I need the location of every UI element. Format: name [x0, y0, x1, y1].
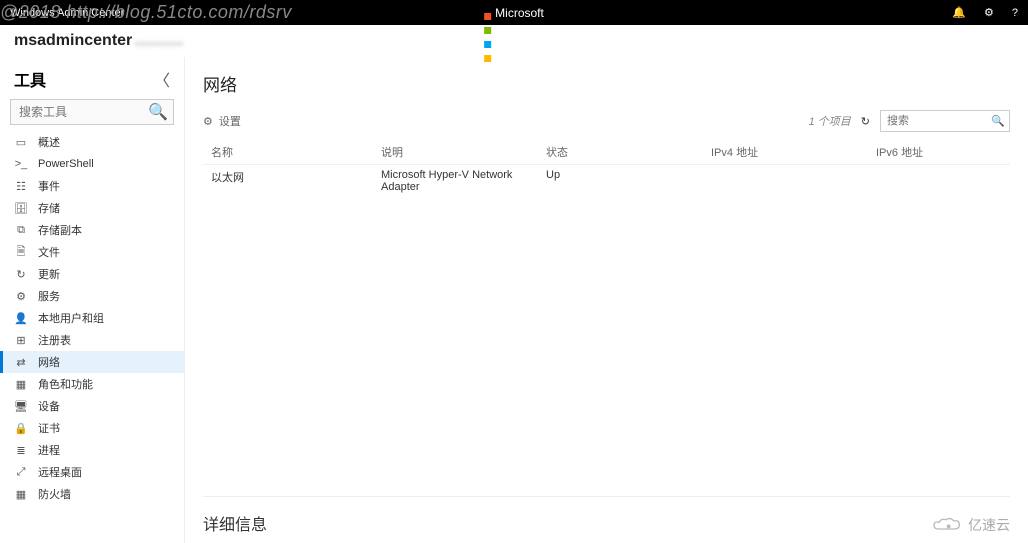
search-icon[interactable]: 🔍 — [148, 102, 168, 122]
remote-desktop-icon: ⤢ — [14, 466, 28, 479]
sidebar-item-label: 更新 — [38, 266, 60, 282]
table-header: 名称 说明 状态 IPv4 地址 IPv6 地址 — [203, 140, 1010, 164]
microsoft-logo-icon — [484, 9, 491, 16]
col-desc[interactable]: 说明 — [381, 144, 546, 160]
sidebar-item-roles-features[interactable]: ▦ 角色和功能 — [0, 373, 184, 395]
sidebar-title: 工具 — [14, 67, 46, 91]
sidebar-item-label: 远程桌面 — [38, 464, 82, 480]
sidebar: 工具 〈 🔍 ▭ 概述 >_ PowerShell ☷ 事件 🗄 存储 ⧉ 存储副本 🗎 文… — [0, 57, 185, 543]
watermark-bottom: 亿速云 — [930, 515, 1010, 535]
sidebar-item-label: 防火墙 — [38, 486, 71, 502]
brand: Microsoft — [484, 6, 544, 20]
sidebar-item-processes[interactable]: ≣ 进程 — [0, 439, 184, 461]
storage-replica-icon: ⧉ — [14, 224, 28, 237]
sidebar-item-label: 存储 — [38, 200, 60, 216]
services-icon: ⚙ — [14, 290, 28, 303]
main-search: 🔍 — [880, 110, 1010, 132]
toolbar: ⚙ 设置 1 个项目 ↻ 🔍 — [203, 110, 1010, 132]
settings-button[interactable]: 设置 — [219, 113, 241, 129]
cell-desc: Microsoft Hyper-V Network Adapter — [381, 169, 546, 193]
sidebar-menu: ▭ 概述 >_ PowerShell ☷ 事件 🗄 存储 ⧉ 存储副本 🗎 文件 ↻ 更新 ⚙… — [0, 131, 184, 505]
sidebar-item-powershell[interactable]: >_ PowerShell — [0, 153, 184, 175]
cell-ipv6 — [876, 169, 1002, 193]
powershell-icon: >_ — [14, 158, 28, 170]
sidebar-item-registry[interactable]: ⊞ 注册表 — [0, 329, 184, 351]
cell-ipv4-blurred — [711, 169, 876, 193]
col-ipv6[interactable]: IPv6 地址 — [876, 144, 1002, 160]
sidebar-item-label: PowerShell — [38, 158, 94, 170]
sidebar-item-updates[interactable]: ↻ 更新 — [0, 263, 184, 285]
storage-icon: 🗄 — [14, 202, 28, 215]
sidebar-item-devices[interactable]: 🖥 设备 — [0, 395, 184, 417]
table-row[interactable]: 以太网 Microsoft Hyper-V Network Adapter Up — [203, 164, 1010, 197]
sidebar-item-label: 证书 — [38, 420, 60, 436]
hostname-suffix-blurred: ........... — [134, 32, 183, 50]
sidebar-item-remote-desktop[interactable]: ⤢ 远程桌面 — [0, 461, 184, 483]
firewall-icon: ▦ — [14, 488, 28, 501]
sidebar-item-services[interactable]: ⚙ 服务 — [0, 285, 184, 307]
sidebar-item-label: 事件 — [38, 178, 60, 194]
col-status[interactable]: 状态 — [546, 144, 711, 160]
files-icon: 🗎 — [14, 243, 28, 262]
sidebar-item-label: 存储副本 — [38, 222, 82, 238]
page-header: msadmincenter ........... — [0, 25, 1028, 57]
main-content: 网络 ⚙ 设置 1 个项目 ↻ 🔍 名称 说明 状态 IPv4 地址 IPv — [185, 57, 1028, 543]
sidebar-search: 🔍 — [10, 99, 174, 125]
users-icon: 👤 — [14, 312, 28, 325]
sidebar-item-label: 服务 — [38, 288, 60, 304]
settings-icon[interactable]: ⚙ — [984, 6, 994, 19]
network-table: 名称 说明 状态 IPv4 地址 IPv6 地址 以太网 Microsoft H… — [203, 140, 1010, 197]
updates-icon: ↻ — [14, 268, 28, 281]
sidebar-item-label: 本地用户和组 — [38, 310, 104, 326]
page-title: 网络 — [203, 71, 1010, 96]
sidebar-item-storage[interactable]: 🗄 存储 — [0, 197, 184, 219]
details-section-title: 详细信息 — [203, 496, 1010, 543]
refresh-icon[interactable]: ↻ — [861, 115, 870, 128]
watermark-top: @2018 http://blog.51cto.com/rdsrv — [0, 2, 292, 23]
sidebar-item-storage-replica[interactable]: ⧉ 存储副本 — [0, 219, 184, 241]
help-icon[interactable]: ? — [1012, 7, 1018, 19]
col-name[interactable]: 名称 — [211, 144, 381, 160]
col-ipv4[interactable]: IPv4 地址 — [711, 144, 876, 160]
item-count: 1 个项目 — [809, 113, 851, 129]
sidebar-item-label: 网络 — [38, 354, 60, 370]
sidebar-item-label: 文件 — [38, 244, 60, 260]
gear-icon: ⚙ — [203, 115, 213, 128]
sidebar-item-overview[interactable]: ▭ 概述 — [0, 131, 184, 153]
overview-icon: ▭ — [14, 136, 28, 149]
sidebar-item-label: 进程 — [38, 442, 60, 458]
network-icon: ⇄ — [14, 356, 28, 369]
sidebar-item-label: 概述 — [38, 134, 60, 150]
search-icon[interactable]: 🔍 — [991, 115, 1005, 128]
registry-icon: ⊞ — [14, 334, 28, 347]
notification-icon[interactable]: 🔔 — [952, 6, 966, 19]
sidebar-item-certificates[interactable]: 🔒 证书 — [0, 417, 184, 439]
sidebar-item-users-groups[interactable]: 👤 本地用户和组 — [0, 307, 184, 329]
certificates-icon: 🔒 — [14, 422, 28, 435]
sidebar-item-firewall[interactable]: ▦ 防火墙 — [0, 483, 184, 505]
cell-status: Up — [546, 169, 711, 193]
sidebar-item-network[interactable]: ⇄ 网络 — [0, 351, 184, 373]
cell-name: 以太网 — [211, 169, 381, 193]
devices-icon: 🖥 — [14, 400, 28, 413]
events-icon: ☷ — [14, 180, 28, 193]
collapse-icon[interactable]: 〈 — [154, 67, 170, 91]
sidebar-item-label: 设备 — [38, 398, 60, 414]
sidebar-item-files[interactable]: 🗎 文件 — [0, 241, 184, 263]
roles-icon: ▦ — [14, 378, 28, 391]
sidebar-item-label: 角色和功能 — [38, 376, 93, 392]
hostname: msadmincenter — [14, 32, 132, 50]
sidebar-item-label: 注册表 — [38, 332, 71, 348]
sidebar-item-events[interactable]: ☷ 事件 — [0, 175, 184, 197]
processes-icon: ≣ — [14, 444, 28, 457]
